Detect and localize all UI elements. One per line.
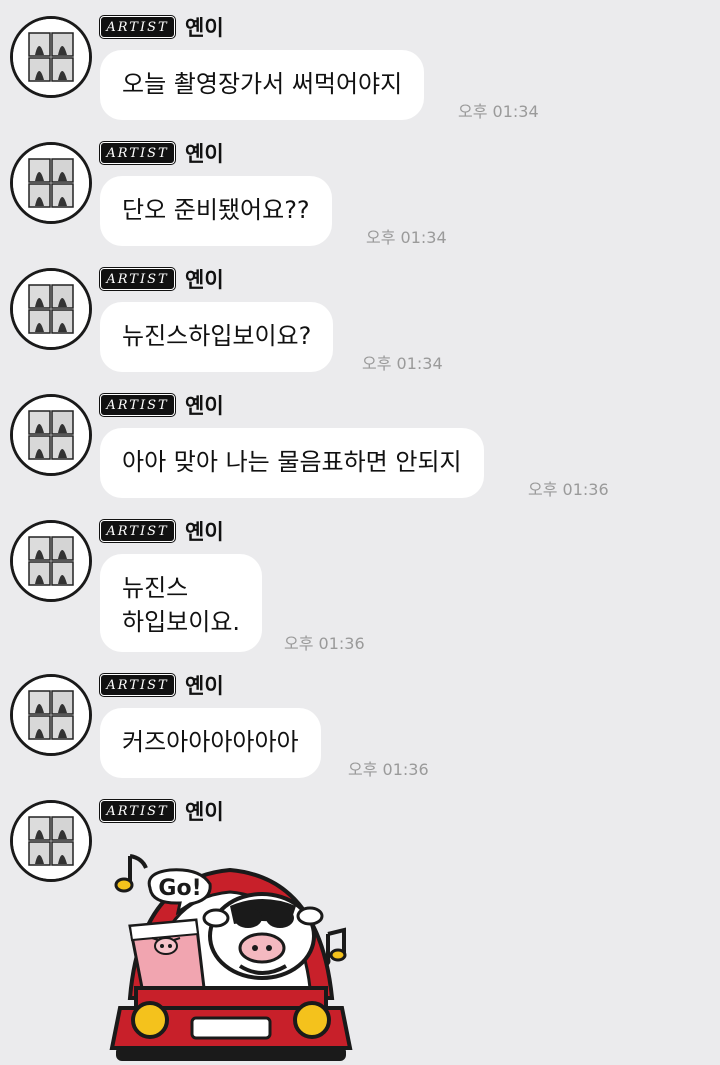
artist-badge: ARTIST [99, 799, 176, 823]
avatar[interactable] [10, 800, 92, 882]
avatar[interactable] [10, 394, 92, 476]
sender-name: 옌이 [185, 674, 224, 698]
sender-name: 옌이 [185, 142, 224, 166]
artist-badge: ARTIST [99, 15, 176, 39]
message-bubble[interactable]: 단오 준비됐어요?? [100, 176, 332, 246]
cow-car-sticker[interactable]: Go! [100, 848, 360, 1065]
sender-name: 옌이 [185, 16, 224, 40]
message-time: 오후 01:34 [362, 354, 443, 373]
sender-name: 옌이 [185, 268, 224, 292]
message-time: 오후 01:36 [528, 480, 609, 499]
sender-name: 옌이 [185, 520, 224, 544]
go-text: Go! [158, 876, 201, 901]
message-bubble[interactable]: 뉴진스 하입보이요. [100, 554, 263, 652]
headlight-icon [293, 1001, 331, 1039]
message-bubble[interactable]: 오늘 촬영장가서 써먹어야지 [100, 50, 425, 120]
artist-badge: ARTIST [99, 519, 176, 543]
message-bubble[interactable]: 커즈아아아아아아 [100, 708, 321, 778]
artist-badge: ARTIST [99, 673, 176, 697]
avatar[interactable] [10, 142, 92, 224]
artist-badge: ARTIST [99, 141, 176, 165]
artist-badge: ARTIST [99, 393, 176, 417]
sender-name: 옌이 [185, 394, 224, 418]
music-note-icon [114, 854, 148, 893]
message-time: 오후 01:34 [366, 228, 447, 247]
artist-badge: ARTIST [99, 267, 176, 291]
message-time: 오후 01:36 [348, 760, 429, 779]
message-bubble[interactable]: 뉴진스하입보이요? [100, 302, 334, 372]
avatar[interactable] [10, 16, 92, 98]
avatar[interactable] [10, 520, 92, 602]
headlight-icon [131, 1001, 169, 1039]
avatar[interactable] [10, 268, 92, 350]
sender-name: 옌이 [185, 800, 224, 824]
message-time: 오후 01:36 [284, 634, 365, 653]
message-bubble[interactable]: 아아 맞아 나는 물음표하면 안되지 [100, 428, 484, 498]
message-time: 오후 01:34 [458, 102, 539, 121]
avatar[interactable] [10, 674, 92, 756]
